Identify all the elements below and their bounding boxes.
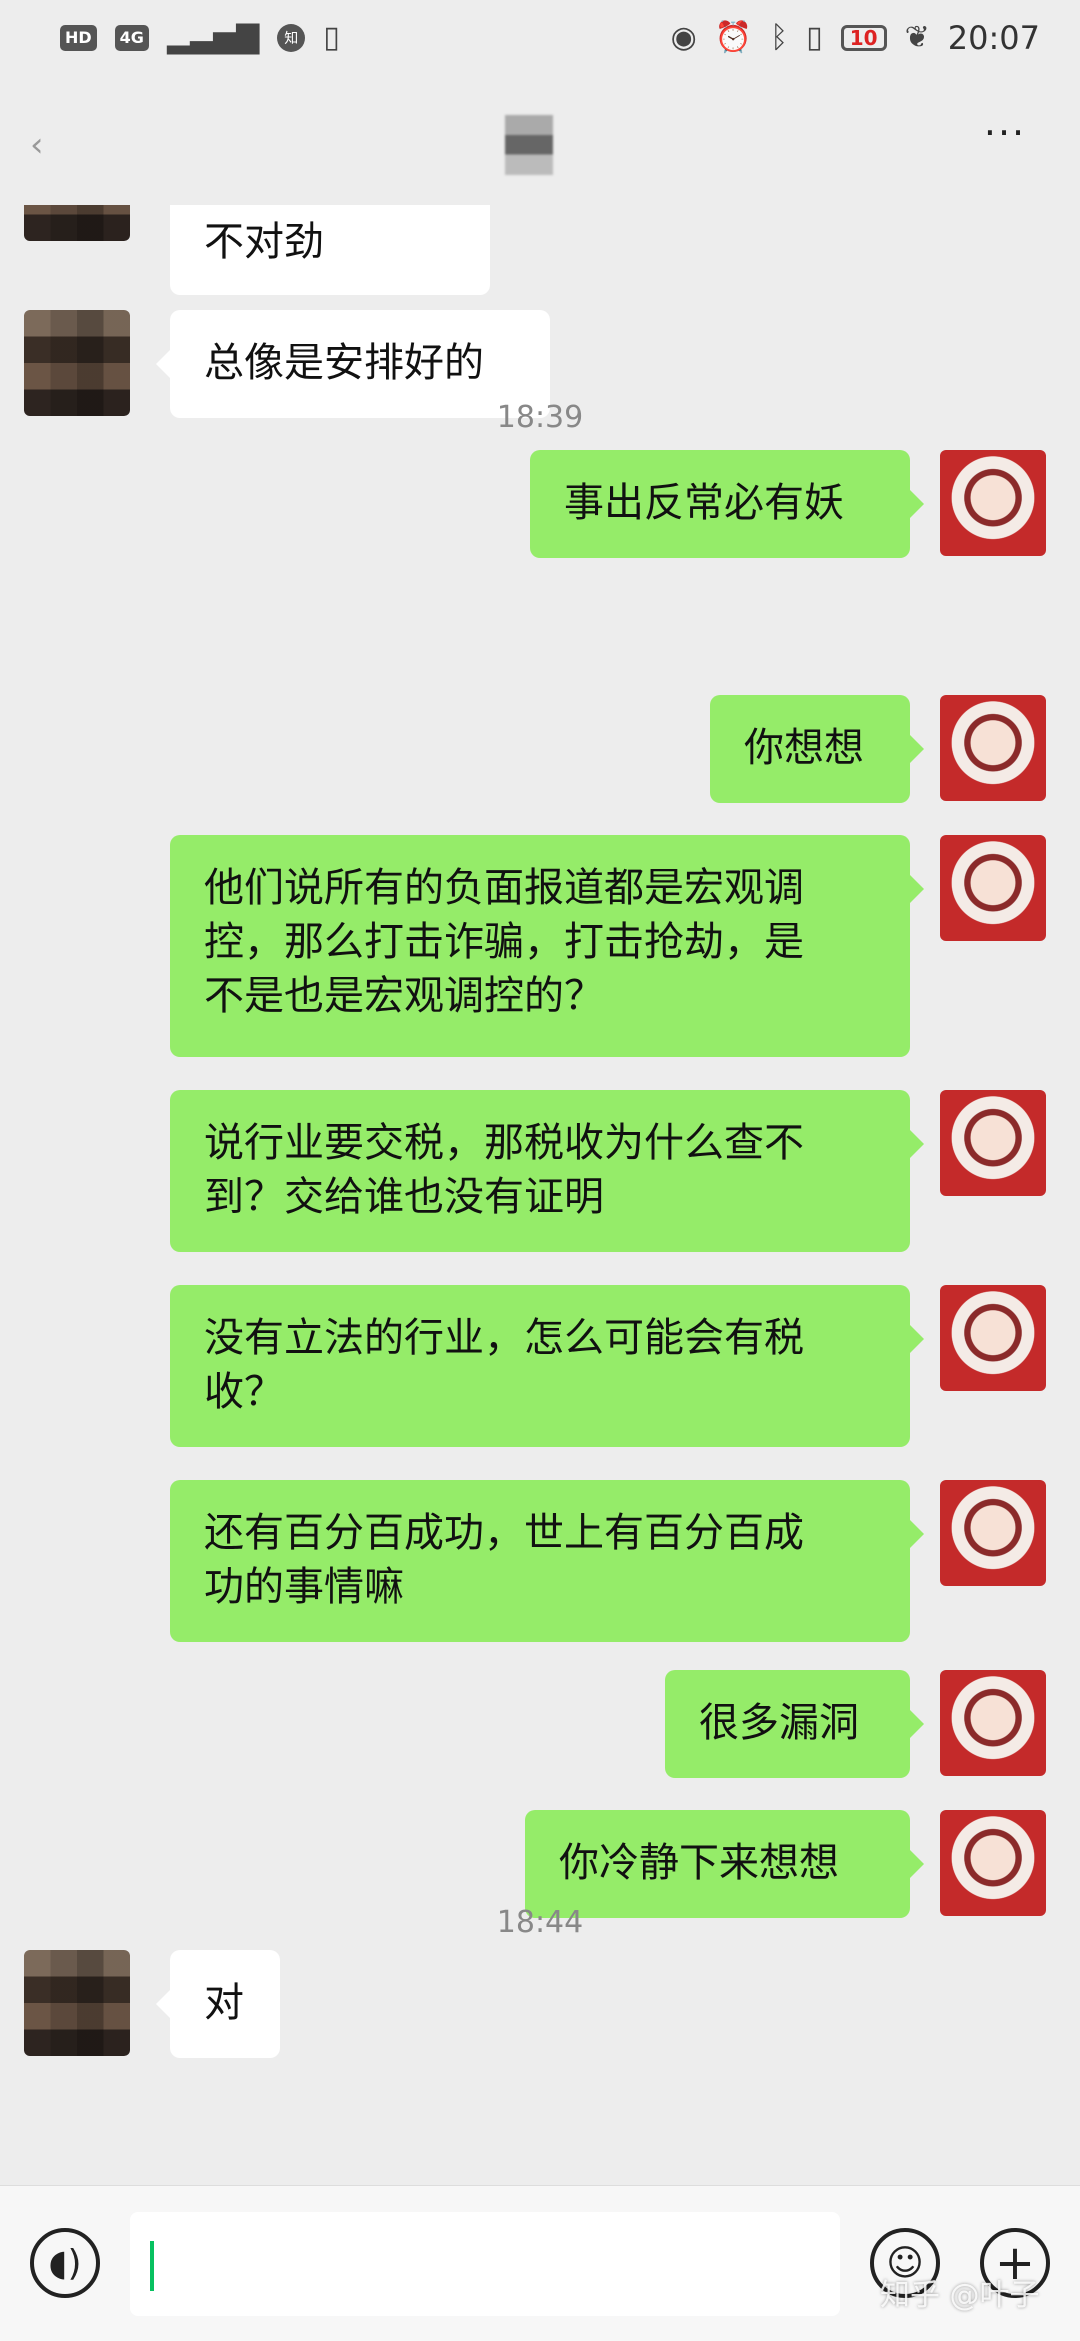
my-avatar[interactable] [940, 835, 1046, 941]
title-bar: ‹ ··· [0, 75, 1080, 205]
input-bar: ◖) ☺ + [0, 2185, 1080, 2341]
sent-message-bubble[interactable]: 还有百分百成功，世上有百分百成 功的事情嘛 [170, 1480, 924, 1642]
sent-message-bubble[interactable]: 说行业要交税，那税收为什么查不 到？交给谁也没有证明 [170, 1090, 924, 1252]
contact-avatar[interactable] [24, 205, 130, 241]
text-caret [150, 2241, 154, 2291]
my-avatar[interactable] [940, 1670, 1046, 1776]
bluetooth-icon: ᛒ [770, 20, 789, 55]
my-avatar[interactable] [940, 1285, 1046, 1391]
sent-message-bubble[interactable]: 没有立法的行业，怎么可能会有税 收？ [170, 1285, 924, 1447]
hd-badge: HD [60, 24, 97, 51]
more-options-button[interactable]: ··· [975, 114, 1035, 163]
received-message-bubble[interactable]: 我总感觉事情不对劲 [170, 205, 490, 295]
voice-icon[interactable]: ◖) [30, 2228, 100, 2298]
contact-title-avatar [505, 115, 553, 175]
network-badge: 4G [114, 24, 149, 51]
phone-icon: ▯ [323, 20, 340, 55]
my-avatar[interactable] [940, 695, 1046, 801]
sent-message-bubble[interactable]: 事出反常必有妖 [530, 450, 924, 558]
clock: 20:07 [947, 18, 1040, 57]
back-arrow-icon[interactable]: ‹ [30, 125, 70, 165]
message-input[interactable] [130, 2212, 840, 2316]
vibrate-icon: ▯ [806, 20, 823, 55]
battery-indicator: 10 [840, 24, 887, 51]
status-left: HD 4G ▂▃▅▇ 知 ▯ [60, 20, 340, 55]
received-message-bubble[interactable]: 对 [156, 1950, 280, 2058]
watermark: 知乎 @叶子 [880, 2278, 1040, 2313]
eye-icon: ◉ [670, 20, 697, 55]
sent-message-bubble[interactable]: 很多漏洞 [665, 1670, 924, 1778]
sent-message-bubble[interactable]: 你想想 [710, 695, 924, 803]
signal-icon: ▂▃▅▇ [166, 20, 260, 55]
my-avatar[interactable] [940, 1090, 1046, 1196]
alarm-icon: ⏰ [714, 20, 753, 55]
leaf-icon: ❦ [904, 20, 930, 55]
contact-avatar[interactable] [24, 1950, 130, 2056]
status-bar: HD 4G ▂▃▅▇ 知 ▯ ◉ ⏰ ᛒ ▯ 10 ❦ 20:07 [0, 0, 1080, 75]
my-avatar[interactable] [940, 1810, 1046, 1916]
timestamp: 18:44 [496, 1905, 584, 1940]
my-avatar[interactable] [940, 450, 1046, 556]
status-right: ◉ ⏰ ᛒ ▯ 10 ❦ 20:07 [671, 19, 1040, 57]
sent-message-bubble[interactable]: 你冷静下来想想 [525, 1810, 924, 1918]
sent-message-bubble[interactable]: 他们说所有的负面报道都是宏观调 控，那么打击诈骗，打击抢劫，是 不是也是宏观调控… [170, 835, 924, 1057]
chat-area[interactable]: 我总感觉事情不对劲总像是安排好的事出反常必有妖18:39你想想他们说所有的负面报… [0, 205, 1080, 2185]
timestamp: 18:39 [496, 400, 584, 435]
my-avatar[interactable] [940, 1480, 1046, 1586]
app-notification-icon: 知 [277, 23, 306, 52]
